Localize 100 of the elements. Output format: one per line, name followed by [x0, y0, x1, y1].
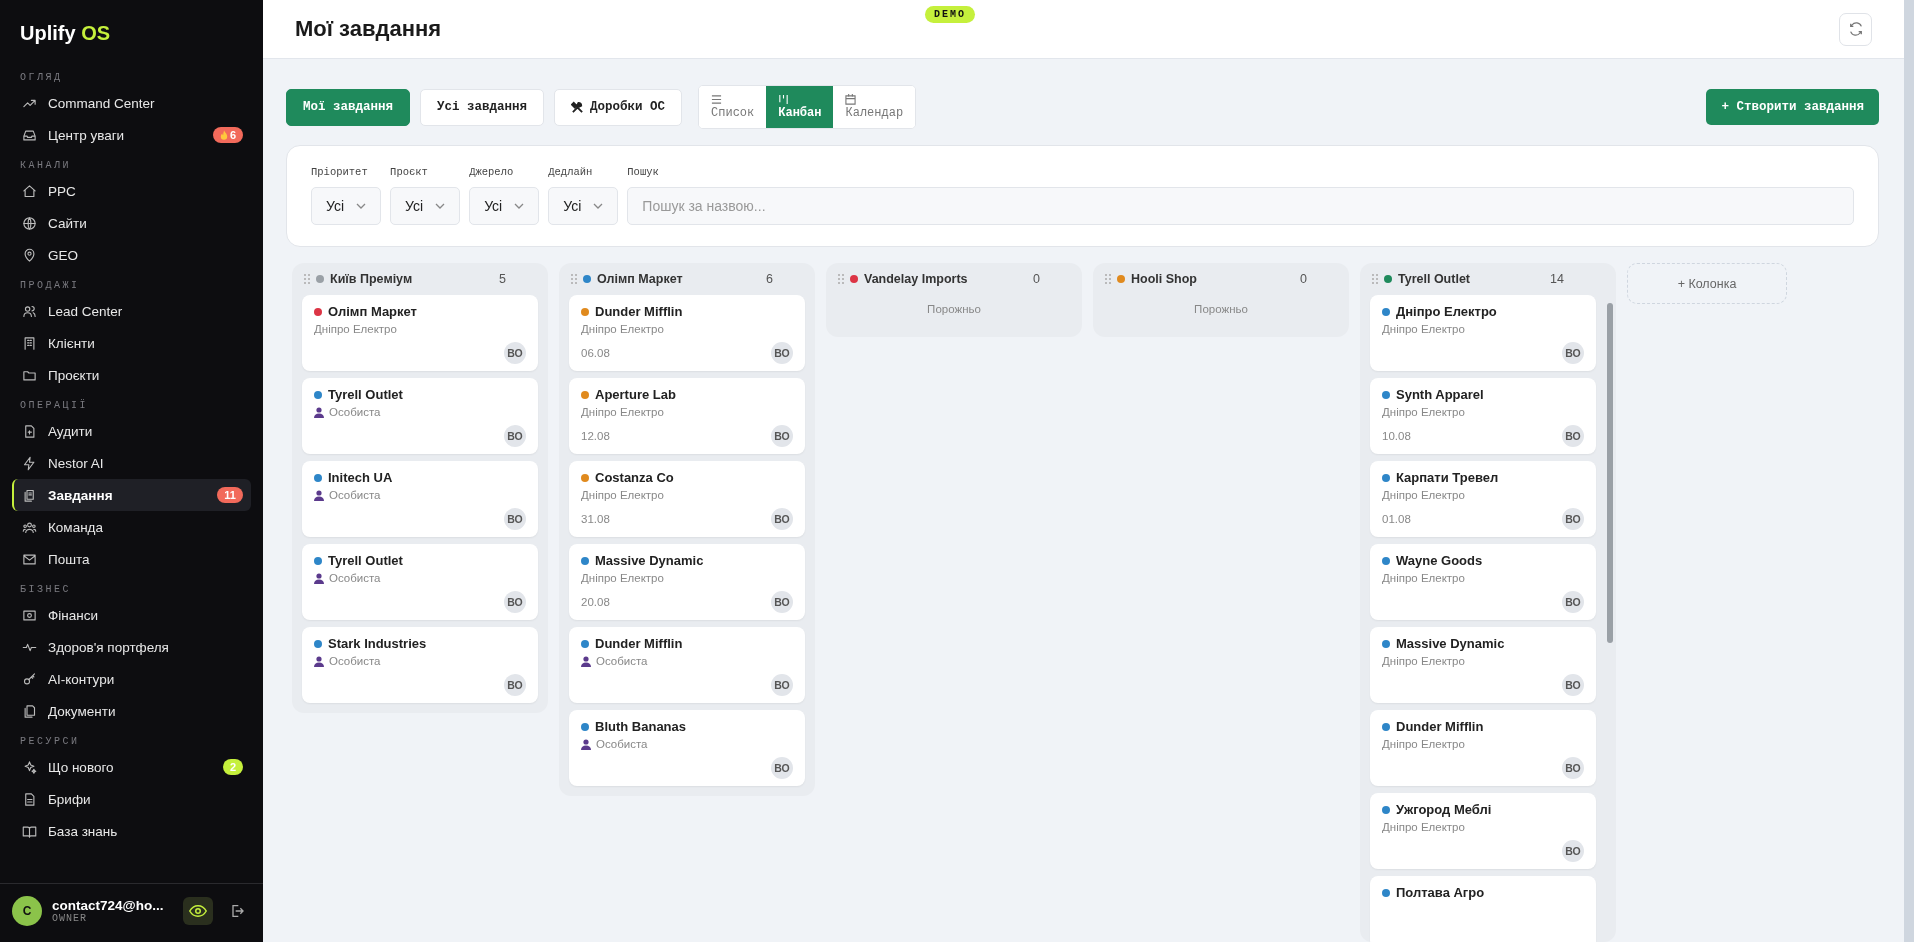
- drag-handle-icon[interactable]: [304, 274, 310, 284]
- view-mode-button[interactable]: [183, 897, 213, 925]
- sidebar-item[interactable]: Lead Center: [12, 295, 251, 327]
- drag-handle-icon[interactable]: [838, 274, 844, 284]
- task-type: Особиста: [596, 655, 648, 667]
- task-card[interactable]: Dunder Mifflin Дніпро Електро 06.08 ВО: [569, 295, 805, 371]
- filter-dropdown[interactable]: Усі: [311, 187, 382, 225]
- filter-dropdown[interactable]: Усі: [548, 187, 619, 225]
- task-card[interactable]: Costanza Co Дніпро Електро 31.08 ВО: [569, 461, 805, 537]
- task-card[interactable]: Initech UA Особиста ВО: [302, 461, 538, 537]
- sidebar-item[interactable]: Фінанси: [12, 599, 251, 631]
- sidebar-item[interactable]: Центр уваги 6: [12, 119, 251, 151]
- view-tab[interactable]: Канбан: [766, 86, 834, 128]
- task-type: Особиста: [329, 655, 381, 667]
- scope-tab[interactable]: Доробки ОС: [554, 88, 683, 126]
- nav-icon: [22, 519, 37, 535]
- task-card[interactable]: Stark Industries Особиста ВО: [302, 627, 538, 703]
- drag-handle-icon[interactable]: [1372, 274, 1378, 284]
- scope-tab[interactable]: Мої завдання: [286, 88, 410, 126]
- task-title: Dunder Mifflin: [1396, 719, 1484, 734]
- nav-icon: [22, 487, 37, 503]
- task-card[interactable]: Dunder Mifflin Особиста ВО: [569, 627, 805, 703]
- task-title: Stark Industries: [328, 636, 427, 651]
- drag-handle-icon[interactable]: [571, 274, 577, 284]
- search-field[interactable]: Пошук за назвою...: [627, 187, 1854, 225]
- chevron-down-icon: [356, 203, 367, 209]
- client-name: Дніпро Електро: [1382, 323, 1466, 335]
- task-card[interactable]: Massive Dynamic Дніпро Електро ВО: [1370, 627, 1596, 703]
- sidebar-item[interactable]: Аудити: [12, 415, 251, 447]
- tools-icon: [571, 100, 585, 114]
- add-column-button[interactable]: + Колонка: [1627, 263, 1787, 304]
- assignee-avatar: ВО: [771, 508, 793, 530]
- nav-icon: [22, 303, 37, 319]
- sidebar-item[interactable]: AI-контури: [12, 663, 251, 695]
- nav-icon: [22, 607, 37, 623]
- assignee-avatar: ВО: [1562, 425, 1584, 447]
- assignee-avatar: ВО: [771, 757, 793, 779]
- sidebar-item[interactable]: Документи: [12, 695, 251, 727]
- filter-dropdown[interactable]: Усі: [390, 187, 461, 225]
- empty-text: Порожньо: [1193, 302, 1249, 317]
- column-count: 0: [1300, 272, 1307, 286]
- task-card[interactable]: Synth Apparel Дніпро Електро 10.08 ВО: [1370, 378, 1596, 454]
- drag-handle-icon[interactable]: [1105, 274, 1111, 284]
- filter-label: Джерело: [469, 166, 515, 178]
- task-title: Tyrell Outlet: [328, 387, 403, 402]
- person-icon: [581, 655, 591, 667]
- refresh-icon: [1847, 21, 1864, 37]
- task-card[interactable]: Aperture Lab Дніпро Електро 12.08 ВО: [569, 378, 805, 454]
- nav-icon: [22, 759, 37, 775]
- task-title: Карпати Тревел: [1396, 470, 1499, 485]
- column-title: Олімп Маркет: [597, 272, 684, 286]
- section-heading: БІЗНЕС: [19, 583, 72, 597]
- sidebar-item[interactable]: Команда: [12, 511, 251, 543]
- sidebar-item[interactable]: Клієнти: [12, 327, 251, 359]
- task-title: Дніпро Електро: [1396, 304, 1497, 319]
- filter-label: Проєкт: [390, 166, 429, 178]
- create-task-button[interactable]: + Створити завдання: [1706, 89, 1879, 125]
- task-card[interactable]: Wayne Goods Дніпро Електро ВО: [1370, 544, 1596, 620]
- task-card[interactable]: Олімп Маркет Дніпро Електро ВО: [302, 295, 538, 371]
- sidebar-item[interactable]: Command Center: [12, 87, 251, 119]
- sidebar-item[interactable]: PPC: [12, 175, 251, 207]
- scrollbar-thumb[interactable]: [1607, 303, 1613, 643]
- scope-tab[interactable]: Усі завдання: [420, 88, 545, 126]
- task-title: Bluth Bananas: [595, 719, 686, 734]
- sidebar-item[interactable]: База знань: [12, 815, 251, 847]
- task-card[interactable]: Dunder Mifflin Дніпро Електро ВО: [1370, 710, 1596, 786]
- refresh-button[interactable]: [1839, 12, 1872, 46]
- sidebar-item[interactable]: Брифи: [12, 783, 251, 815]
- task-title: Costanza Co: [595, 470, 674, 485]
- task-type: Особиста: [329, 489, 381, 501]
- task-card[interactable]: Bluth Bananas Особиста ВО: [569, 710, 805, 786]
- task-card[interactable]: Дніпро Електро Дніпро Електро ВО: [1370, 295, 1596, 371]
- sidebar-item[interactable]: Проєкти: [12, 359, 251, 391]
- task-title: Massive Dynamic: [595, 553, 704, 568]
- sidebar-item[interactable]: Пошта: [12, 543, 251, 575]
- task-card[interactable]: Ужгород Меблі Дніпро Електро ВО: [1370, 793, 1596, 869]
- empty-text: Порожньо: [926, 302, 982, 317]
- sidebar-item[interactable]: GEO: [12, 239, 251, 271]
- nav-icon: [22, 127, 37, 143]
- task-card[interactable]: Полтава Агро: [1370, 876, 1596, 942]
- filter-label: Дедлайн: [548, 166, 594, 178]
- sidebar-item[interactable]: Сайти: [12, 207, 251, 239]
- task-card[interactable]: Tyrell Outlet Особиста ВО: [302, 544, 538, 620]
- client-name: Дніпро Електро: [581, 489, 665, 501]
- task-card[interactable]: Massive Dynamic Дніпро Електро 20.08 ВО: [569, 544, 805, 620]
- task-card[interactable]: Tyrell Outlet Особиста ВО: [302, 378, 538, 454]
- person-icon: [314, 655, 324, 667]
- assignee-avatar: ВО: [1562, 591, 1584, 613]
- person-icon: [581, 738, 591, 750]
- sidebar-item[interactable]: Nestor AI: [12, 447, 251, 479]
- nav-icon: [22, 455, 37, 471]
- sidebar-item[interactable]: Здоров'я портфеля: [12, 631, 251, 663]
- sidebar-item[interactable]: Завдання 11: [12, 479, 251, 511]
- sidebar-item[interactable]: Що нового 2: [12, 751, 251, 783]
- nav-icon: [22, 823, 37, 839]
- assignee-avatar: ВО: [771, 674, 793, 696]
- filter-dropdown[interactable]: Усі: [469, 187, 540, 225]
- count-badge: 11: [217, 487, 243, 503]
- assignee-avatar: ВО: [504, 508, 526, 530]
- task-card[interactable]: Карпати Тревел Дніпро Електро 01.08 ВО: [1370, 461, 1596, 537]
